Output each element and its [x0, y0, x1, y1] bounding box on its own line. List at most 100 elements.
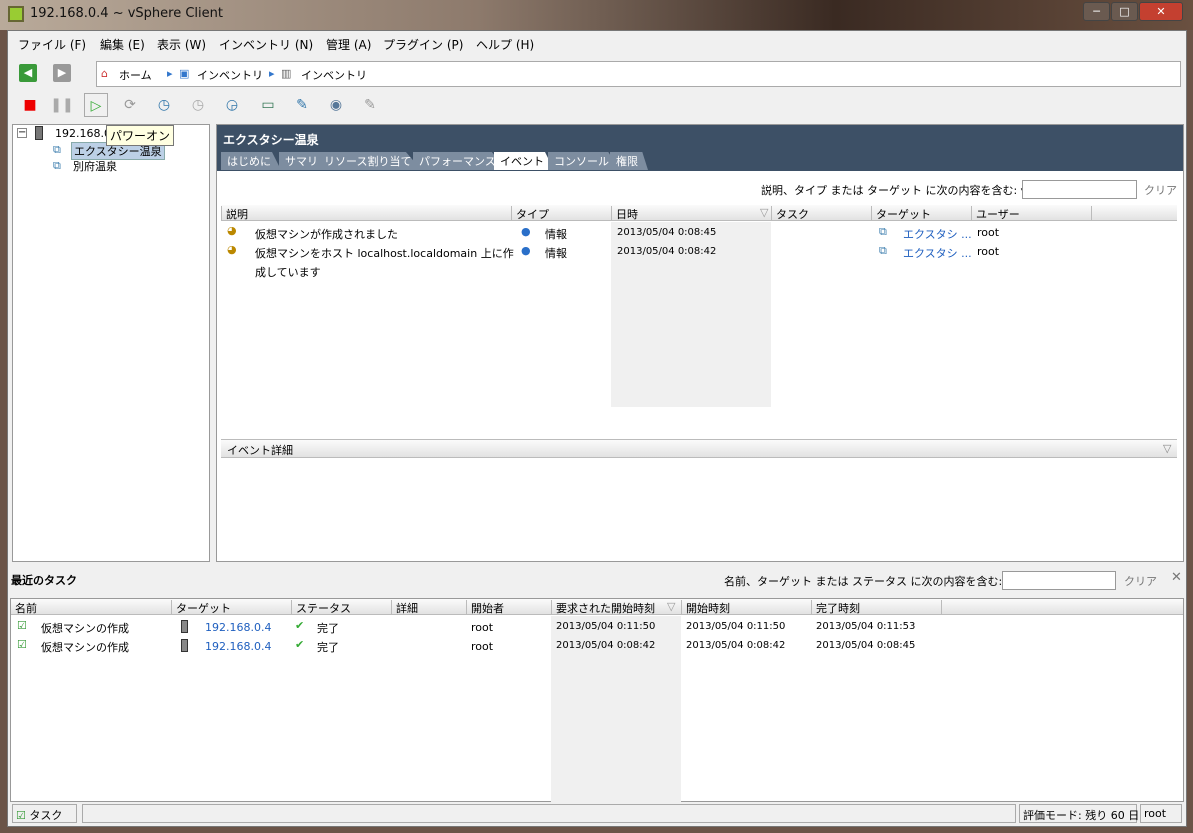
breadcrumb-home[interactable]: ホーム — [119, 67, 152, 83]
menu-plugin[interactable]: プラグイン (P) — [383, 36, 463, 53]
col-description[interactable]: 説明 — [221, 206, 511, 221]
breadcrumb-inventory-2[interactable]: インベントリ — [301, 67, 367, 83]
tab-permissions[interactable]: 権限 — [610, 152, 648, 170]
table-row[interactable]: ◕ 仮想マシンをホスト localhost.localdomain 上に作 成し… — [221, 243, 1177, 281]
snapshot-icon[interactable]: ◷ — [152, 93, 176, 117]
main-panel: エクスタシー温泉 はじめに サマリ リソース割り当て パフォーマンス イベント … — [216, 124, 1184, 562]
event-description: 仮想マシンが作成されました — [255, 228, 398, 241]
task-name: 仮想マシンの作成 — [41, 641, 129, 654]
console-icon[interactable]: ▭ — [256, 93, 280, 117]
check-icon: ✔ — [295, 619, 305, 632]
table-row[interactable]: ☑ 仮想マシンの作成 192.168.0.4 ✔ 完了 root 2013/05… — [11, 618, 1183, 637]
host-icon — [35, 126, 43, 140]
event-user: root — [977, 245, 1000, 258]
suspend-icon[interactable]: ❚❚ — [50, 93, 74, 117]
minimize-button[interactable]: ─ — [1083, 2, 1110, 21]
maximize-button[interactable]: □ — [1111, 2, 1138, 21]
col-datetime[interactable]: 日時 — [611, 206, 771, 221]
task-start: 2013/05/04 0:08:42 — [686, 640, 786, 651]
col-type[interactable]: タイプ — [511, 206, 611, 221]
menu-view[interactable]: 表示 (W) — [157, 36, 206, 53]
col-status[interactable]: ステータス — [291, 600, 391, 615]
menu-file[interactable]: ファイル (F) — [18, 36, 86, 53]
task-requested: 2013/05/04 0:08:42 — [556, 640, 656, 651]
col-start[interactable]: 開始時刻 — [681, 600, 811, 615]
revert-snapshot-icon[interactable]: ◷ — [186, 93, 210, 117]
menu-admin[interactable]: 管理 (A) — [326, 36, 371, 53]
event-description: 仮想マシンをホスト localhost.localdomain 上に作 — [255, 247, 514, 260]
usb-icon[interactable]: ✎ — [358, 93, 382, 117]
sort-icon: ▽ — [667, 600, 676, 613]
col-task[interactable]: タスク — [771, 206, 871, 221]
current-user: root — [1140, 804, 1182, 823]
task-requested: 2013/05/04 0:11:50 — [556, 621, 656, 632]
col-complete[interactable]: 完了時刻 — [811, 600, 941, 615]
close-icon[interactable]: ✕ — [1171, 570, 1182, 585]
menu-inventory[interactable]: インベントリ (N) — [219, 36, 313, 53]
event-icon: ◕ — [227, 243, 237, 256]
window-title: 192.168.0.4 ~ vSphere Client — [30, 6, 223, 21]
event-target-link[interactable]: エクスタシ ... — [903, 226, 972, 242]
power-off-icon[interactable]: ■ — [18, 93, 42, 117]
tab-events[interactable]: イベント — [494, 152, 554, 170]
col-requested-start[interactable]: 要求された開始時刻 — [551, 600, 681, 615]
task-clear-button[interactable]: クリア — [1124, 573, 1157, 589]
event-time: 2013/05/04 0:08:45 — [617, 227, 717, 238]
snapshot-manager-icon[interactable]: ◶ — [220, 93, 244, 117]
col-details[interactable]: 詳細 — [391, 600, 466, 615]
table-row[interactable]: ◕ 仮想マシンが作成されました ● 情報 2013/05/04 0:08:45 … — [221, 224, 1177, 243]
task-end: 2013/05/04 0:11:53 — [816, 621, 916, 632]
close-button[interactable]: ✕ — [1139, 2, 1183, 21]
breadcrumb: ⌂ ホーム ▸ ▣ インベントリ ▸ ▥ インベントリ — [96, 61, 1181, 87]
collapse-icon[interactable]: − — [17, 128, 27, 138]
breadcrumb-inventory[interactable]: インベントリ — [197, 67, 263, 83]
info-icon: ● — [521, 225, 531, 238]
task-target-link[interactable]: 192.168.0.4 — [205, 640, 271, 653]
chevron-down-icon[interactable]: ▽ — [1159, 442, 1171, 457]
event-filter-input[interactable] — [1022, 180, 1137, 199]
clear-button[interactable]: クリア — [1144, 182, 1177, 198]
vm-icon: ⧉ — [879, 244, 887, 257]
cd-icon[interactable]: ◉ — [324, 93, 348, 117]
panel-title: エクスタシー温泉 — [223, 133, 319, 147]
task-filter-input[interactable] — [1002, 571, 1116, 590]
event-target-link[interactable]: エクスタシ ... — [903, 245, 972, 261]
event-time: 2013/05/04 0:08:42 — [617, 246, 717, 257]
tab-performance[interactable]: パフォーマンス — [413, 152, 506, 170]
col-target[interactable]: ターゲット — [171, 600, 291, 615]
tab-getting-started[interactable]: はじめに — [221, 152, 281, 170]
col-target[interactable]: ターゲット — [871, 206, 971, 221]
tasks-button[interactable]: ☑ タスク — [12, 804, 77, 823]
task-initiator: root — [471, 621, 494, 634]
col-name[interactable]: 名前 — [11, 600, 171, 615]
col-user[interactable]: ユーザー — [971, 206, 1091, 221]
filter-label[interactable]: 説明、タイプ または ターゲット に次の内容を含む: ▾ — [761, 182, 1026, 198]
status-message — [82, 804, 1016, 823]
task-start: 2013/05/04 0:11:50 — [686, 621, 786, 632]
chevron-right-icon: ▸ — [167, 67, 173, 80]
edit-settings-icon[interactable]: ✎ — [290, 93, 314, 117]
title-bar: 192.168.0.4 ~ vSphere Client ─ □ ✕ — [0, 0, 1193, 30]
task-icon: ☑ — [17, 619, 27, 632]
sort-icon: ▽ — [760, 206, 769, 219]
table-row[interactable]: ☑ 仮想マシンの作成 192.168.0.4 ✔ 完了 root 2013/05… — [11, 637, 1183, 656]
back-icon[interactable]: ◀ — [19, 64, 37, 82]
task-target-link[interactable]: 192.168.0.4 — [205, 621, 271, 634]
tab-console[interactable]: コンソール — [548, 152, 619, 170]
col-initiator[interactable]: 開始者 — [466, 600, 551, 615]
tree-vm[interactable]: 別府温泉 — [73, 158, 117, 174]
forward-icon[interactable]: ▶ — [53, 64, 71, 82]
power-on-icon[interactable]: ▷ — [84, 93, 108, 117]
panel-header: エクスタシー温泉 はじめに サマリ リソース割り当て パフォーマンス イベント … — [217, 125, 1183, 171]
menu-edit[interactable]: 編集 (E) — [100, 36, 145, 53]
check-icon: ✔ — [295, 638, 305, 651]
task-filter-label[interactable]: 名前、ターゲット または ステータス に次の内容を含む: ▾ — [724, 573, 1011, 589]
reset-icon[interactable]: ⟳ — [118, 93, 142, 117]
tab-resources[interactable]: リソース割り当て — [318, 152, 422, 170]
menu-help[interactable]: ヘルプ (H) — [476, 36, 534, 53]
task-status: 完了 — [317, 641, 339, 654]
vm-icon: ⧉ — [53, 143, 61, 156]
tooltip: パワーオン — [106, 125, 175, 146]
event-description-cont: 成しています — [255, 266, 321, 279]
event-details-header[interactable]: イベント詳細 ▽ — [221, 439, 1177, 458]
